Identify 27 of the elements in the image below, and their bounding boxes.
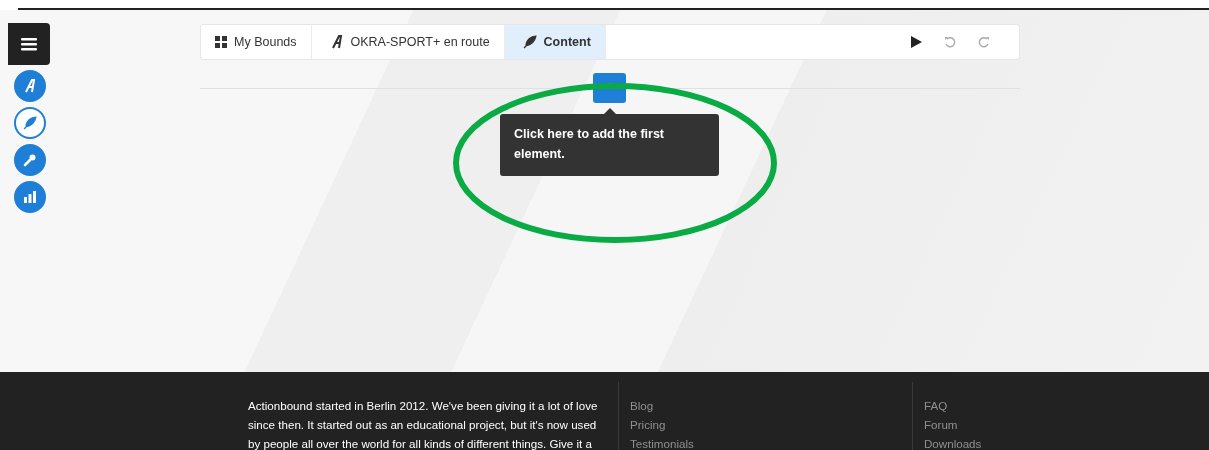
sidebar-button[interactable] (14, 107, 46, 139)
footer-link[interactable]: Pricing (630, 415, 804, 434)
footer-link[interactable]: Blog (630, 396, 804, 415)
redo-icon (978, 36, 990, 48)
letter-logo-icon (329, 35, 344, 49)
footer-link[interactable]: Downloads (924, 434, 1044, 450)
feather-icon (522, 35, 537, 49)
menu-icon (21, 37, 37, 51)
grid-icon (215, 36, 227, 48)
bar-chart-icon (23, 190, 37, 204)
tooltip: Click here to add the first element. (500, 114, 719, 176)
play-icon (910, 36, 922, 48)
sidebar-button[interactable] (14, 144, 46, 176)
footer-link[interactable]: FAQ (924, 396, 1044, 415)
breadcrumb-link[interactable]: OKRA-SPORT+ en route (311, 25, 505, 59)
about-text: Actionbound started in Berlin 2012. We've been giving it a lot of love since then. It started out as an educational project, but it's now used by people all over the world for all kinds of different things. Give it a (248, 398, 599, 450)
footer-link[interactable]: Testimonials (630, 434, 804, 450)
breadcrumb-link[interactable]: Content (504, 25, 606, 59)
feather-icon (23, 116, 37, 130)
sidebar-button[interactable] (14, 70, 46, 102)
menu-button[interactable] (8, 23, 50, 65)
sidebar-button[interactable] (14, 181, 46, 213)
letter-logo-icon (23, 79, 37, 93)
wrench-icon (23, 153, 37, 167)
breadcrumb-link[interactable]: My Bounds (201, 25, 312, 59)
undo-icon (944, 36, 956, 48)
footer-link[interactable]: Forum (924, 415, 1044, 434)
